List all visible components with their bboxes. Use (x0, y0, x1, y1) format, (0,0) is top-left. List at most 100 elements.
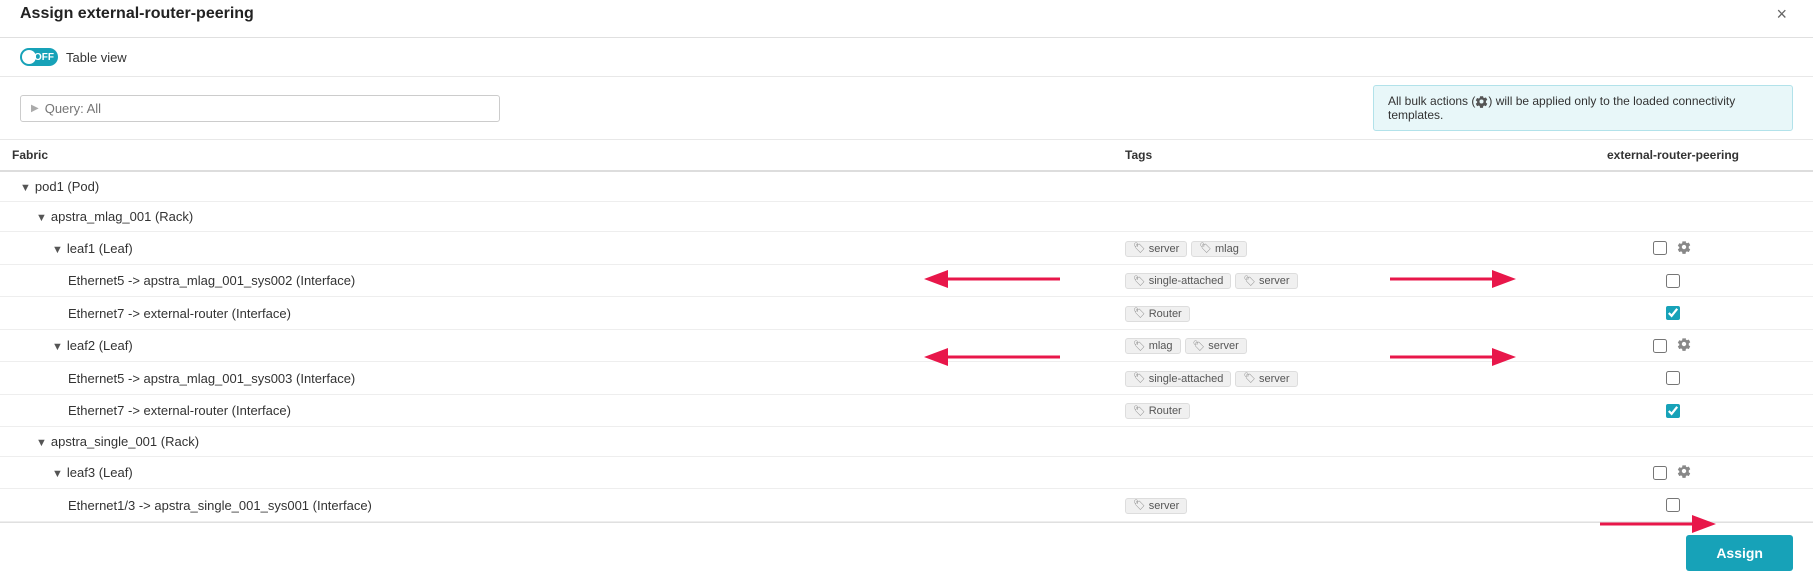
erp-controls (1545, 240, 1801, 257)
tags-cell (1113, 457, 1533, 489)
tree-toggle[interactable]: ▼ (52, 244, 63, 256)
erp-controls (1545, 371, 1801, 385)
tag-icon: 🏷 (1243, 276, 1256, 287)
tag-badge: 🏷server (1185, 338, 1247, 354)
erp-checkbox[interactable] (1653, 339, 1667, 353)
fabric-label: Ethernet7 -> external-router (Interface) (68, 403, 291, 418)
tree-toggle[interactable]: ▼ (36, 437, 47, 449)
tree-toggle[interactable]: ▼ (20, 182, 31, 194)
fabric-label: leaf2 (Leaf) (67, 338, 133, 353)
erp-checkbox[interactable] (1653, 241, 1667, 255)
tags-cell (1113, 427, 1533, 457)
tree-toggle[interactable]: ▼ (36, 212, 47, 224)
erp-checkbox[interactable] (1666, 498, 1680, 512)
tag-icon: 🏷 (1133, 341, 1146, 352)
tag-label: server (1149, 500, 1180, 512)
tags-cell (1113, 202, 1533, 232)
gear-icon (1677, 464, 1691, 478)
tag-label: Router (1149, 308, 1182, 320)
erp-checkbox[interactable] (1666, 306, 1680, 320)
erp-controls (1545, 306, 1801, 320)
table-row: ▼leaf3 (Leaf) (0, 457, 1813, 489)
tag-icon: 🏷 (1133, 243, 1146, 254)
tag-icon: 🏷 (1193, 341, 1206, 352)
search-arrow-icon: ▶ (31, 103, 39, 114)
erp-controls (1545, 498, 1801, 512)
gear-icon (1677, 240, 1691, 254)
erp-controls (1545, 274, 1801, 288)
tag-label: server (1259, 275, 1290, 287)
tag-icon: 🏷 (1133, 373, 1146, 384)
erp-checkbox[interactable] (1653, 466, 1667, 480)
fabric-cell: ▼leaf1 (Leaf) (0, 232, 1113, 265)
search-row: ▶ All bulk actions ( ) will be applied o… (0, 77, 1813, 140)
tag-icon: 🏷 (1243, 373, 1256, 384)
table-view-toggle[interactable]: OFF (20, 48, 58, 66)
tags-cell: 🏷single-attached🏷server (1113, 362, 1533, 395)
fabric-label: Ethernet7 -> external-router (Interface) (68, 306, 291, 321)
tag-icon: 🏷 (1133, 276, 1146, 287)
tag-badge: 🏷single-attached (1125, 371, 1231, 387)
tag-label: server (1208, 340, 1239, 352)
tags-cell: 🏷mlag🏷server (1113, 329, 1533, 362)
fabric-label: Ethernet1/3 -> apstra_single_001_sys001 … (68, 498, 372, 513)
erp-controls (1545, 337, 1801, 354)
gear-icon (1677, 337, 1691, 351)
table-view-label: Table view (66, 50, 127, 65)
tags-cell: 🏷server🏷mlag (1113, 232, 1533, 265)
tag-label: single-attached (1149, 275, 1224, 287)
fabric-cell: ▼leaf3 (Leaf) (0, 457, 1113, 489)
table-row: Ethernet5 -> apstra_mlag_001_sys003 (Int… (0, 362, 1813, 395)
tree-toggle[interactable]: ▼ (52, 341, 63, 353)
bulk-info-banner: All bulk actions ( ) will be applied onl… (1373, 85, 1793, 131)
tag-badge: 🏷mlag (1125, 338, 1181, 354)
tags-cell: 🏷Router (1113, 394, 1533, 427)
erp-cell (1533, 329, 1813, 362)
table-view-toggle-wrap: OFF Table view (20, 48, 127, 66)
assign-button[interactable]: Assign (1686, 535, 1793, 571)
erp-checkbox[interactable] (1666, 274, 1680, 288)
tag-label: single-attached (1149, 373, 1224, 385)
fabric-cell: ▼ pod1 (Pod) (0, 171, 1113, 202)
col-header-erp: external-router-peering (1533, 140, 1813, 171)
erp-cell (1533, 232, 1813, 265)
fabric-label: apstra_mlag_001 (Rack) (51, 209, 193, 224)
erp-checkbox[interactable] (1666, 371, 1680, 385)
tag-badge: 🏷server (1235, 273, 1297, 289)
search-input[interactable] (45, 101, 489, 116)
tree-toggle[interactable]: ▼ (52, 468, 63, 480)
tag-icon: 🏷 (1133, 500, 1146, 511)
modal-header: Assign external-router-peering × (0, 0, 1813, 38)
fabric-cell: Ethernet7 -> external-router (Interface) (0, 297, 1113, 330)
modal-title: Assign external-router-peering (20, 5, 254, 23)
search-box[interactable]: ▶ (20, 95, 500, 122)
tag-badge: 🏷mlag (1191, 241, 1247, 257)
fabric-cell: ▼ apstra_mlag_001 (Rack) (0, 202, 1113, 232)
close-button[interactable]: × (1770, 3, 1793, 25)
modal-footer: Assign (0, 522, 1813, 572)
modal-toolbar: OFF Table view (0, 38, 1813, 77)
tags-cell: 🏷Router (1113, 297, 1533, 330)
tag-badge: 🏷Router (1125, 403, 1190, 419)
erp-cell (1533, 427, 1813, 457)
erp-checkbox[interactable] (1666, 404, 1680, 418)
tag-icon: 🏷 (1133, 406, 1146, 417)
tag-badge: 🏷server (1125, 498, 1187, 514)
erp-controls (1545, 404, 1801, 418)
table-row: Ethernet1/3 -> apstra_single_001_sys001 … (0, 489, 1813, 522)
gear-button[interactable] (1675, 240, 1693, 257)
tag-label: server (1259, 373, 1290, 385)
table-row: ▼leaf2 (Leaf)🏷mlag🏷server (0, 329, 1813, 362)
table-row: Ethernet5 -> apstra_mlag_001_sys002 (Int… (0, 264, 1813, 297)
gear-button[interactable] (1675, 464, 1693, 481)
fabric-label: apstra_single_001 (Rack) (51, 434, 199, 449)
fabric-label: Ethernet5 -> apstra_mlag_001_sys003 (Int… (68, 371, 355, 386)
table-wrap: Fabric Tags external-router-peering ▼pod… (0, 140, 1813, 522)
gear-bulk-icon (1475, 95, 1488, 108)
fabric-cell: Ethernet5 -> apstra_mlag_001_sys002 (Int… (0, 264, 1113, 297)
gear-button[interactable] (1675, 337, 1693, 354)
erp-cell (1533, 457, 1813, 489)
fabric-label: pod1 (Pod) (35, 179, 99, 194)
assign-modal: Assign external-router-peering × OFF Tab… (0, 0, 1813, 572)
fabric-cell: Ethernet1/3 -> apstra_single_001_sys001 … (0, 489, 1113, 522)
